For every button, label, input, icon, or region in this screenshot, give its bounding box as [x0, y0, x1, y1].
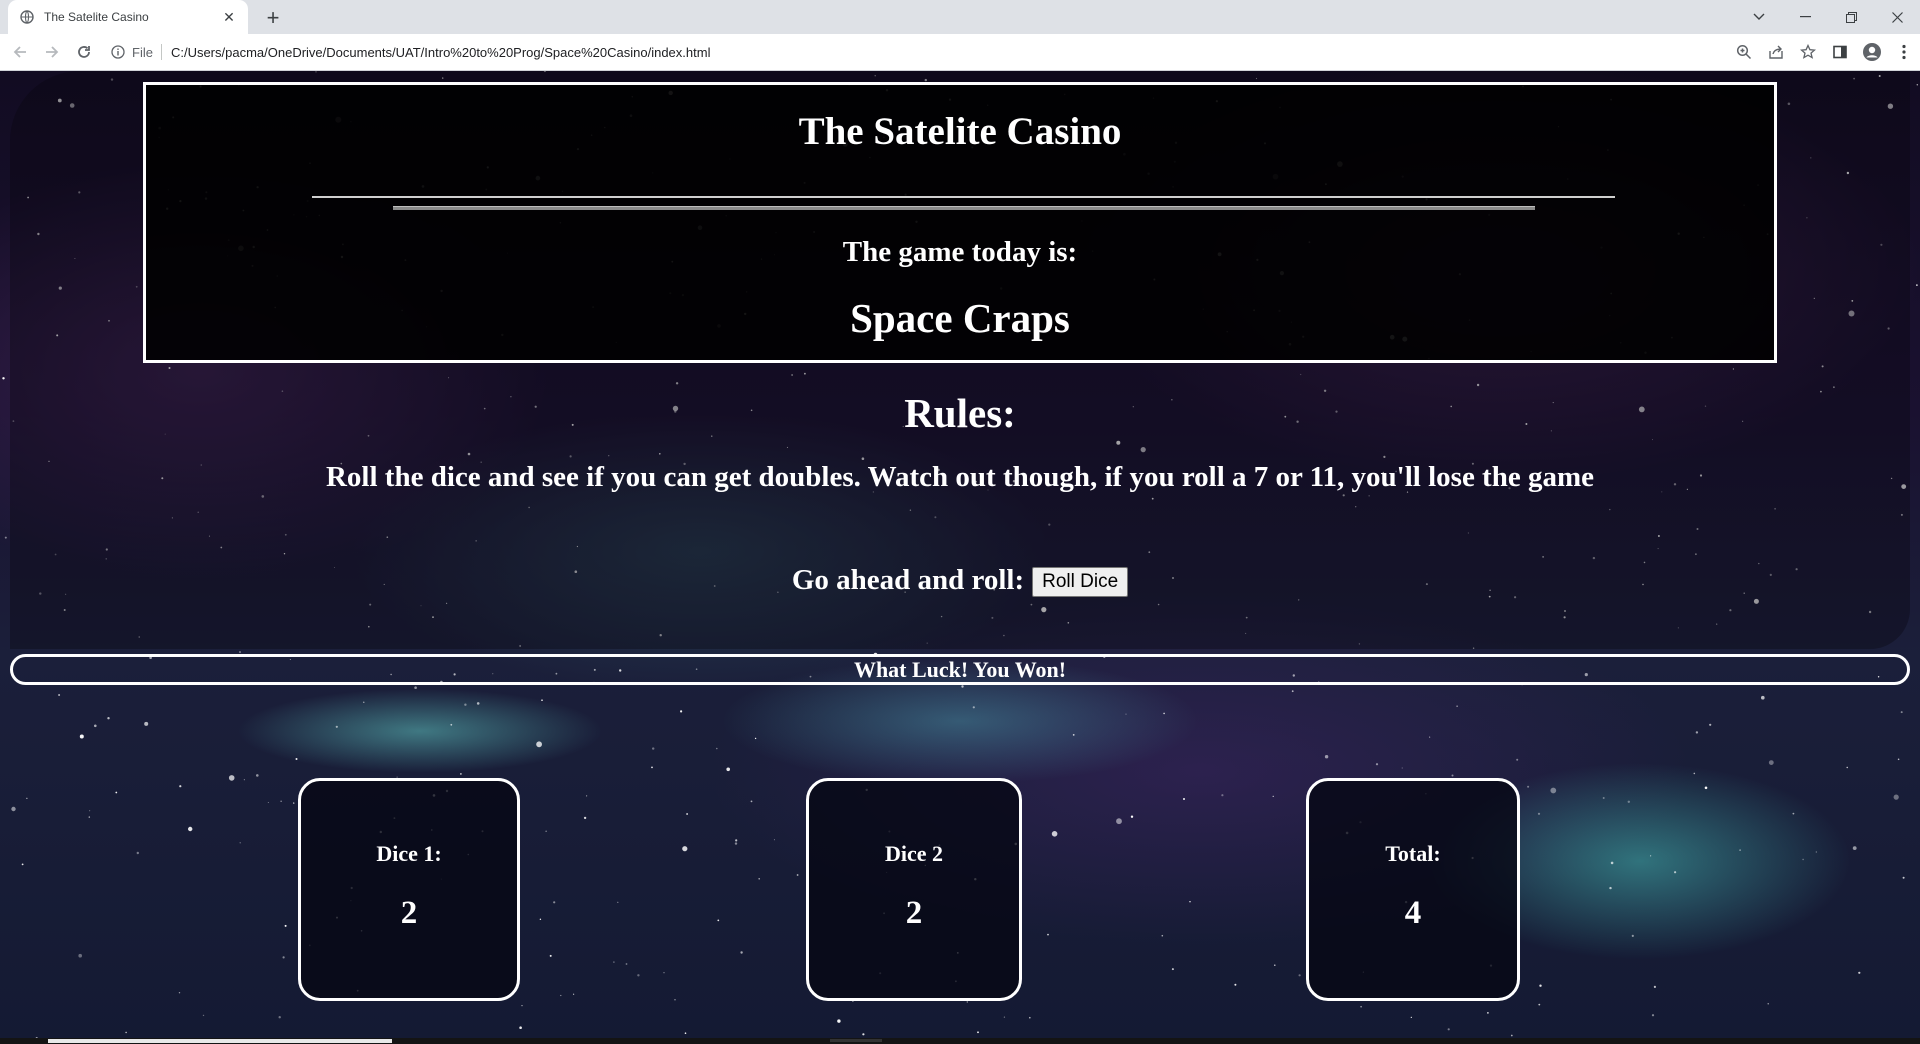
url-divider: [160, 44, 162, 60]
divider-line: [393, 206, 1535, 210]
url-text[interactable]: C:/Users/pacma/OneDrive/Documents/UAT/In…: [171, 45, 711, 60]
dice-2-card: Dice 2 2: [806, 778, 1022, 1001]
total-card: Total: 4: [1306, 778, 1520, 1001]
header-box: The Satelite Casino The game today is: S…: [143, 82, 1777, 363]
window-controls: [1736, 0, 1920, 34]
new-tab-button[interactable]: +: [260, 5, 286, 31]
back-arrow-icon[interactable]: [6, 38, 34, 66]
horizontal-scrollbar[interactable]: [0, 1038, 1920, 1044]
address-bar[interactable]: File C:/Users/pacma/OneDrive/Documents/U…: [110, 38, 1760, 66]
tab-search-icon[interactable]: [1736, 0, 1782, 34]
profile-avatar-icon[interactable]: [1856, 38, 1888, 66]
share-icon[interactable]: [1760, 38, 1792, 66]
scrollbar-marker: [830, 1039, 882, 1042]
page-title: The Satelite Casino: [798, 110, 1122, 153]
scrollbar-thumb[interactable]: [48, 1039, 392, 1043]
tab-title: The Satelite Casino: [44, 10, 149, 24]
globe-icon: [20, 10, 34, 24]
menu-kebab-icon[interactable]: [1888, 38, 1920, 66]
side-panel-icon[interactable]: [1824, 38, 1856, 66]
minimize-icon[interactable]: [1782, 0, 1828, 34]
toolbar-actions: [1728, 38, 1920, 66]
game-name: Space Craps: [850, 295, 1070, 341]
roll-prompt: Go ahead and roll:: [791, 564, 1025, 596]
bookmark-star-icon[interactable]: [1792, 38, 1824, 66]
restore-icon[interactable]: [1828, 0, 1874, 34]
roll-dice-button[interactable]: Roll Dice: [1032, 567, 1129, 597]
total-label: Total:: [1385, 841, 1441, 866]
result-banner: What Luck! You Won!: [10, 654, 1910, 685]
result-message: What Luck! You Won!: [853, 656, 1067, 682]
page-viewport: The Satelite Casino The game today is: S…: [0, 71, 1920, 1044]
close-tab-icon[interactable]: ✕: [220, 8, 238, 26]
url-scheme: File: [132, 44, 153, 60]
dice-1-card: Dice 1: 2: [298, 778, 520, 1001]
close-window-icon[interactable]: [1874, 0, 1920, 34]
rules-text: Roll the dice and see if you can get dou…: [325, 461, 1594, 493]
browser-toolbar: File C:/Users/pacma/OneDrive/Documents/U…: [0, 34, 1920, 71]
forward-arrow-icon[interactable]: [38, 38, 66, 66]
dice-2-value: 2: [905, 895, 923, 931]
dice-2-label: Dice 2: [884, 841, 944, 866]
reload-icon[interactable]: [70, 38, 98, 66]
roll-row: Go ahead and roll: Roll Dice: [0, 564, 1920, 597]
rules-heading: Rules:: [904, 390, 1016, 436]
info-icon[interactable]: [110, 44, 126, 60]
dice-1-value: 2: [400, 895, 418, 931]
divider-line: [312, 196, 1615, 198]
browser-tab-strip: The Satelite Casino ✕ +: [0, 0, 1920, 34]
zoom-icon[interactable]: [1728, 38, 1760, 66]
game-intro-text: The game today is:: [842, 236, 1078, 268]
dice-1-label: Dice 1:: [376, 841, 442, 866]
browser-tab[interactable]: The Satelite Casino ✕: [8, 0, 248, 34]
total-value: 4: [1404, 895, 1422, 931]
